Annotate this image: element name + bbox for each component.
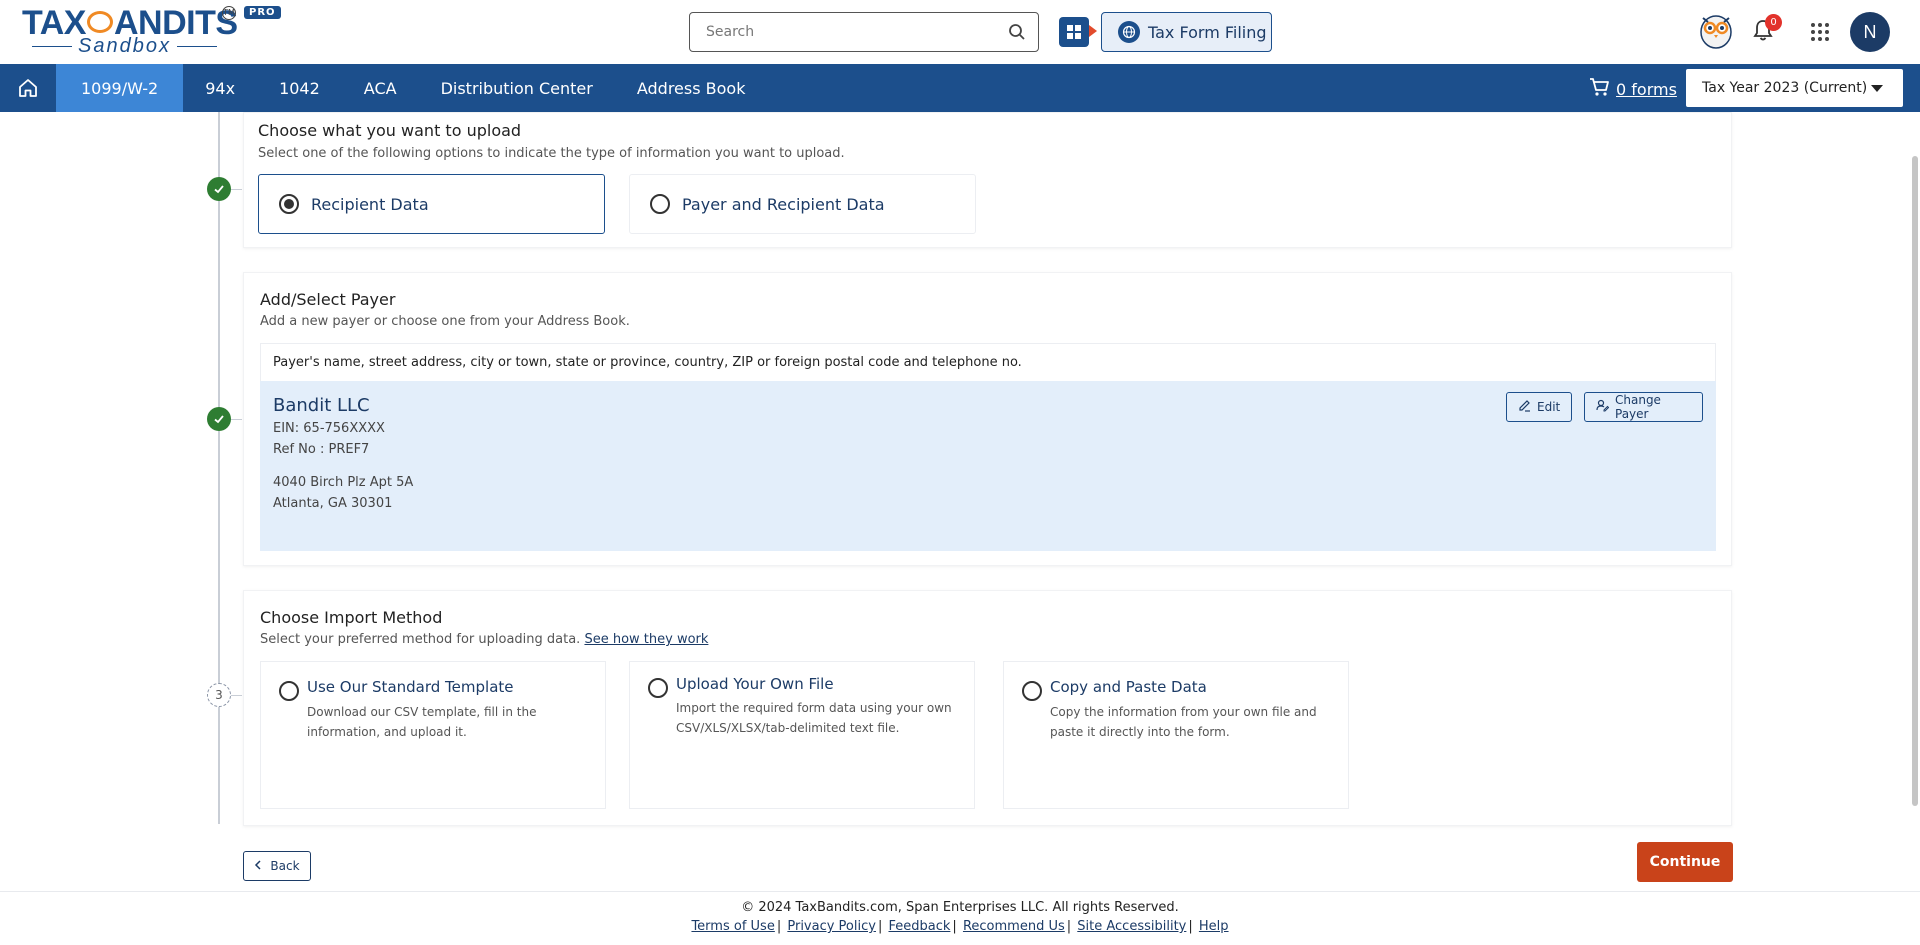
chevron-down-icon: [1871, 85, 1883, 92]
payer-section-title: Add/Select Payer: [260, 290, 396, 309]
page-scrollbar[interactable]: [1912, 156, 1918, 806]
import-method-title: Choose Import Method: [260, 608, 443, 627]
method-description-line: paste it directly into the form.: [1050, 725, 1230, 739]
edit-payer-button[interactable]: Edit: [1506, 392, 1572, 422]
owl-logo-icon: [86, 11, 113, 34]
method-description-line: Download our CSV template, fill in the: [307, 705, 537, 719]
method-description: Import the required form data using your…: [676, 698, 952, 738]
change-payer-label: Change Payer: [1615, 393, 1661, 421]
nav-tab-aca[interactable]: ACA: [342, 64, 419, 112]
cart-icon: [1588, 76, 1610, 102]
option-payer-recipient-data[interactable]: Payer and Recipient Data: [629, 174, 976, 234]
search-input[interactable]: [690, 13, 990, 51]
pro-badge: PRO: [244, 6, 281, 19]
method-upload-own-file[interactable]: Upload Your Own File Import the required…: [629, 661, 975, 809]
radio-selected[interactable]: [279, 194, 299, 214]
user-avatar[interactable]: N: [1850, 12, 1890, 52]
import-method-subtitle-text: Select your preferred method for uploadi…: [260, 632, 581, 647]
method-description-line: information, and upload it.: [307, 725, 467, 739]
pencil-icon: [1518, 399, 1531, 415]
owl-assistant-icon[interactable]: [1698, 10, 1734, 50]
user-edit-icon: [1596, 399, 1610, 415]
radio-unselected[interactable]: [1022, 681, 1042, 701]
nav-tab-address-book[interactable]: Address Book: [615, 64, 768, 112]
continue-button[interactable]: Continue: [1637, 842, 1733, 882]
nav-tab-94x[interactable]: 94x: [183, 64, 257, 112]
footer-link-terms[interactable]: Terms of Use: [691, 919, 774, 934]
method-title: Upload Your Own File: [676, 675, 834, 693]
apps-grid-icon[interactable]: [1810, 22, 1830, 46]
link-separator: |: [952, 919, 957, 934]
payer-ref: Ref No : PREF7: [273, 442, 370, 457]
method-title: Copy and Paste Data: [1050, 678, 1207, 696]
import-method-subtitle: Select your preferred method for uploadi…: [260, 632, 708, 647]
option-payer-recipient-data-label: Payer and Recipient Data: [682, 194, 885, 214]
notification-count-badge: 0: [1765, 14, 1782, 31]
method-standard-template[interactable]: Use Our Standard Template Download our C…: [260, 661, 606, 809]
footer-link-feedback[interactable]: Feedback: [889, 919, 951, 934]
radio-unselected[interactable]: [279, 681, 299, 701]
link-separator: |: [877, 919, 883, 934]
payer-section-subtitle: Add a new payer or choose one from your …: [260, 314, 630, 329]
home-icon[interactable]: [0, 64, 56, 112]
globe-icon: [1118, 21, 1140, 43]
radio-unselected[interactable]: [650, 194, 670, 214]
method-title: Use Our Standard Template: [307, 678, 514, 696]
step-complete-check-icon: [207, 407, 231, 431]
change-payer-button[interactable]: Change Payer: [1584, 392, 1703, 422]
link-separator: |: [1066, 919, 1072, 934]
method-description-line: CSV/XLS/XLSX/tab-delimited text file.: [676, 721, 900, 735]
step-complete-check-icon: [207, 177, 231, 201]
method-copy-paste-data[interactable]: Copy and Paste Data Copy the information…: [1003, 661, 1349, 809]
edit-label: Edit: [1537, 400, 1561, 414]
footer-links: Terms of Use | Privacy Policy | Feedback | …: [0, 919, 1920, 934]
step-number: 3: [207, 683, 231, 707]
option-recipient-data[interactable]: Recipient Data: [258, 174, 605, 234]
app-switcher-button[interactable]: [1059, 17, 1089, 47]
cart-link[interactable]: 0 forms: [1588, 76, 1677, 102]
upload-type-subtitle: Select one of the following options to i…: [258, 146, 845, 161]
method-description-line: Copy the information from your own file …: [1050, 705, 1317, 719]
logo-sandbox-label: Sandbox: [26, 35, 223, 58]
see-how-they-work-link[interactable]: See how they work: [584, 632, 708, 647]
nav-tab-1099-w2[interactable]: 1099/W-2: [56, 64, 184, 112]
tax-year-select[interactable]: Tax Year 2023 (Current): [1685, 68, 1904, 108]
footer-link-help[interactable]: Help: [1199, 919, 1229, 934]
payer-details: Bandit LLC EIN: 65-756XXXX Ref No : PREF…: [260, 381, 1716, 551]
payer-address-line1: 4040 Birch Plz Apt 5A: [273, 475, 414, 490]
radio-unselected[interactable]: [648, 678, 668, 698]
payer-name: Bandit LLC: [273, 395, 370, 416]
footer-link-recommend[interactable]: Recommend Us: [963, 919, 1065, 934]
chevron-left-icon: [254, 859, 262, 873]
copyright-text: © 2024 TaxBandits.com, Span Enterprises …: [741, 900, 1179, 915]
trademark-icon: TM: [222, 6, 236, 20]
step-timeline: [218, 112, 220, 824]
method-description-line: Import the required form data using your…: [676, 701, 952, 715]
cart-label: 0 forms: [1616, 79, 1677, 99]
arrow-right-icon: [1089, 25, 1097, 37]
method-description: Download our CSV template, fill in the i…: [307, 702, 536, 742]
page-footer: © 2024 TaxBandits.com, Span Enterprises …: [0, 891, 1920, 945]
tax-form-filing-label: Tax Form Filing: [1148, 22, 1267, 42]
upload-type-title: Choose what you want to upload: [258, 121, 522, 140]
search-box: [689, 12, 1039, 52]
back-label: Back: [270, 859, 300, 873]
payer-table-header: Payer's name, street address, city or to…: [260, 343, 1716, 381]
taxbandits-logo[interactable]: TAX ANDITS TM PRO Sandbox: [22, 4, 282, 58]
top-header: TAXANDITS TM PRO Sandbox Tax Form Filing…: [0, 0, 1920, 64]
nav-tab-1042[interactable]: 1042: [257, 64, 342, 112]
search-icon[interactable]: [1008, 23, 1026, 45]
footer-link-privacy[interactable]: Privacy Policy: [787, 919, 876, 934]
tax-form-filing-button[interactable]: Tax Form Filing: [1101, 12, 1272, 52]
payer-address-line2: Atlanta, GA 30301: [273, 496, 393, 511]
link-separator: |: [1188, 919, 1193, 934]
payer-ein: EIN: 65-756XXXX: [273, 421, 385, 436]
nav-tab-distribution-center[interactable]: Distribution Center: [419, 64, 615, 112]
back-button[interactable]: Back: [243, 851, 311, 881]
method-description: Copy the information from your own file …: [1050, 702, 1317, 742]
option-recipient-data-label: Recipient Data: [311, 194, 429, 214]
tax-year-value: Tax Year 2023 (Current): [1702, 80, 1868, 96]
footer-link-accessibility[interactable]: Site Accessibility: [1077, 919, 1186, 934]
link-separator: |: [776, 919, 782, 934]
